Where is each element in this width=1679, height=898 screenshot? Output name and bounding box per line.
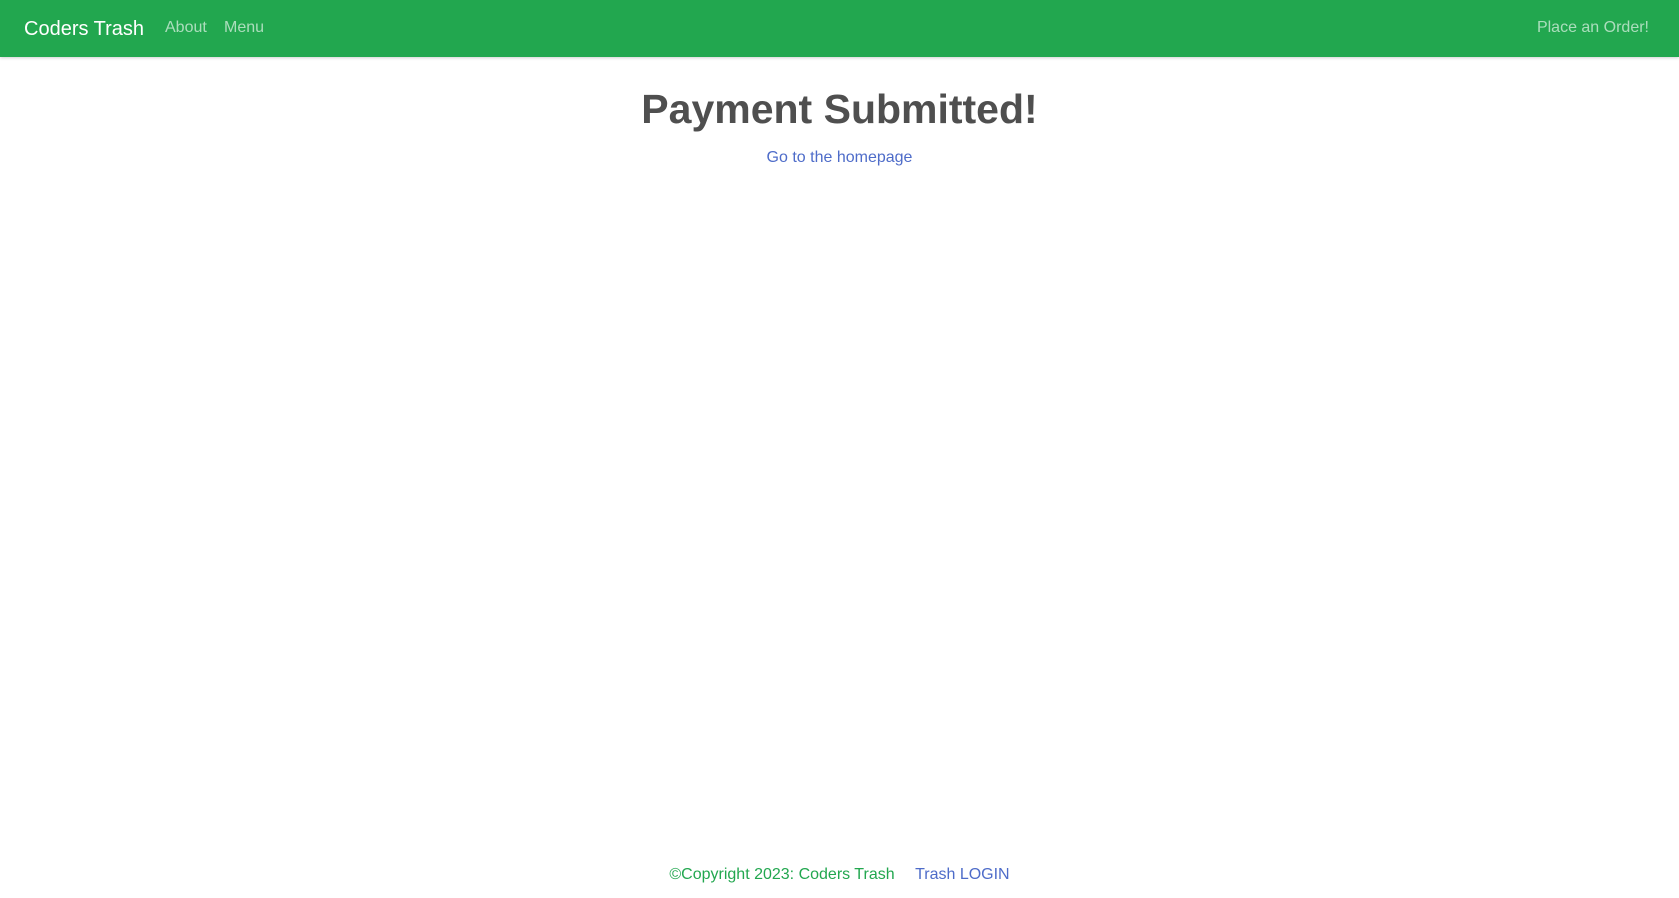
copyright-text: ©Copyright 2023: Coders Trash <box>669 866 895 883</box>
page-title: Payment Submitted! <box>641 86 1038 132</box>
place-order-link[interactable]: Place an Order! <box>1537 18 1649 38</box>
main-content: Payment Submitted! Go to the homepage <box>0 57 1679 168</box>
brand-link[interactable]: Coders Trash <box>24 17 144 41</box>
footer: ©Copyright 2023: Coders Trash Trash LOGI… <box>0 865 1679 885</box>
nav-link-about[interactable]: About <box>165 18 207 38</box>
top-navbar: Coders Trash About Menu Place an Order! <box>0 0 1679 57</box>
trash-login-link[interactable]: Trash LOGIN <box>915 866 1010 883</box>
nav-link-menu[interactable]: Menu <box>224 18 264 38</box>
homepage-link[interactable]: Go to the homepage <box>767 148 913 168</box>
